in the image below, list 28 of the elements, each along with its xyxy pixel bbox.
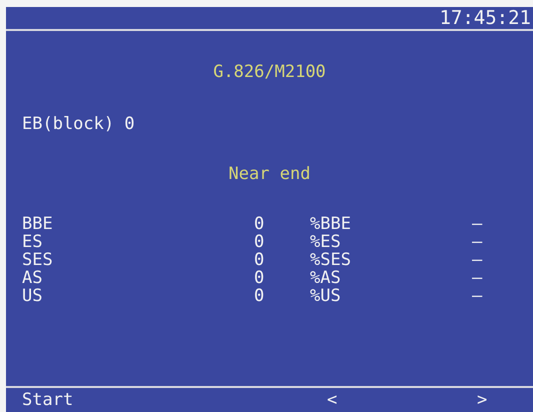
eb-block-label: EB(block)	[22, 114, 114, 134]
metric-value: 0	[254, 214, 264, 234]
percent-value: –	[472, 286, 482, 306]
metric-label: US	[22, 286, 42, 306]
softkey-label[interactable]: Start	[22, 391, 74, 409]
metric-label: SES	[22, 250, 53, 270]
screen-title: G.826/M2100	[213, 62, 326, 82]
percent-value: –	[472, 268, 482, 288]
metric-label: BBE	[22, 214, 53, 234]
softkey-label[interactable]: <	[327, 391, 338, 409]
percent-value: –	[472, 232, 482, 252]
percent-label: %ES	[310, 232, 341, 252]
percent-label: %US	[310, 286, 341, 306]
metric-value: 0	[254, 268, 264, 288]
percent-label: %AS	[310, 268, 341, 288]
metric-label: ES	[22, 232, 42, 252]
metric-value: 0	[254, 232, 264, 252]
metric-value: 0	[254, 286, 264, 306]
metric-label: AS	[22, 268, 42, 288]
section-heading: Near end	[228, 164, 310, 184]
metric-value: 0	[254, 250, 264, 270]
percent-label: %SES	[310, 250, 351, 270]
softkey-label[interactable]: >	[477, 391, 488, 409]
percent-value: –	[472, 214, 482, 234]
percent-label: %BBE	[310, 214, 351, 234]
clock: 17:45:21	[439, 7, 531, 29]
percent-value: –	[472, 250, 482, 270]
eb-block-value: 0	[124, 114, 135, 134]
